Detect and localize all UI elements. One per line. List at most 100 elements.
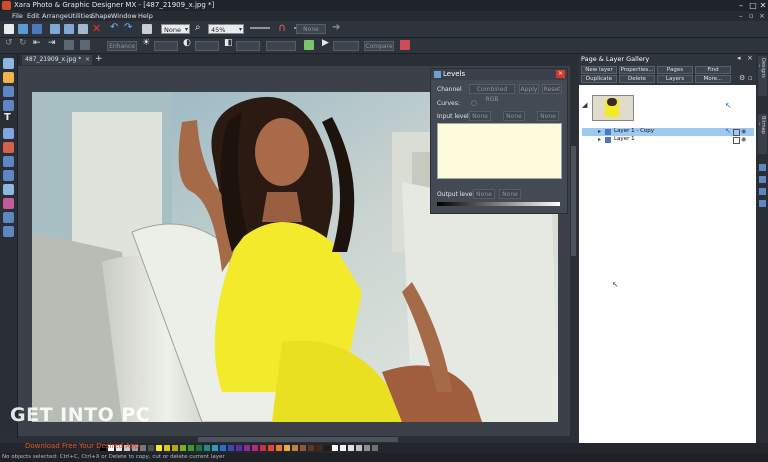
- expand-page-icon[interactable]: ◢: [582, 101, 587, 109]
- layers-button[interactable]: Layers: [657, 75, 693, 83]
- line-width-icon[interactable]: [250, 27, 270, 29]
- magnify-tool-icon[interactable]: [3, 226, 14, 237]
- menu-help[interactable]: Help: [138, 12, 153, 20]
- output-gradient-slider[interactable]: [437, 202, 560, 206]
- shadow-tool-icon[interactable]: [3, 170, 14, 181]
- menu-window[interactable]: Window: [111, 12, 137, 20]
- blend-tool-icon[interactable]: [3, 198, 14, 209]
- open-folder-icon[interactable]: [18, 24, 28, 34]
- doc-restore-icon[interactable]: ▫: [749, 12, 754, 20]
- settings-icon[interactable]: ⚙: [739, 74, 745, 82]
- menu-utilities[interactable]: Utilities: [68, 12, 92, 20]
- trash-icon[interactable]: ▫: [748, 74, 753, 82]
- select-all-icon[interactable]: [142, 24, 152, 34]
- color-swatch[interactable]: [308, 445, 314, 451]
- colors-tab-icon[interactable]: [759, 176, 766, 183]
- import-icon[interactable]: [50, 24, 60, 34]
- color-swatch[interactable]: [148, 445, 154, 451]
- color-swatch[interactable]: [348, 445, 354, 451]
- line-style-combo[interactable]: None ▾: [161, 24, 190, 34]
- color-swatch[interactable]: [244, 445, 250, 451]
- more-button[interactable]: More...: [695, 75, 731, 83]
- saturation-icon[interactable]: ◧: [224, 38, 233, 48]
- new-document-icon[interactable]: [4, 24, 14, 34]
- visible-toggle[interactable]: [733, 137, 740, 144]
- color-swatch[interactable]: [204, 445, 210, 451]
- color-swatch[interactable]: [364, 445, 370, 451]
- color-swatch[interactable]: [228, 445, 234, 451]
- delete-icon[interactable]: ✕: [92, 22, 101, 35]
- page-thumbnail[interactable]: [592, 95, 634, 121]
- close-tool-icon[interactable]: [400, 40, 410, 50]
- photo-tool-icon[interactable]: [3, 212, 14, 223]
- freehand-tool-icon[interactable]: [3, 86, 14, 97]
- save-icon[interactable]: [32, 24, 42, 34]
- doc-minimize-icon[interactable]: –: [739, 12, 743, 20]
- horizontal-scroll-thumb[interactable]: [198, 437, 398, 442]
- reset-button[interactable]: Reset: [542, 84, 562, 94]
- enhance-button[interactable]: Enhance: [107, 41, 137, 51]
- pin-icon[interactable]: ◂: [737, 54, 741, 62]
- fonts-tab-icon[interactable]: [759, 188, 766, 195]
- layer-name[interactable]: Layer 1 - Copy: [614, 128, 654, 134]
- mask-icon[interactable]: [80, 40, 90, 50]
- brightness-field[interactable]: [154, 41, 178, 51]
- temperature-field[interactable]: [266, 41, 296, 51]
- close-dialog-button[interactable]: ×: [556, 70, 565, 78]
- color-swatch[interactable]: [172, 445, 178, 451]
- magnet-icon[interactable]: ∩: [278, 21, 286, 34]
- auto-button[interactable]: Apply: [519, 84, 539, 94]
- arrow-right-icon[interactable]: ➔: [332, 22, 340, 33]
- close-tab-icon[interactable]: ×: [85, 55, 90, 65]
- color-swatch[interactable]: [284, 445, 290, 451]
- duplicate-button[interactable]: Duplicate: [581, 75, 617, 83]
- color-swatch[interactable]: [292, 445, 298, 451]
- photo-tools-icon[interactable]: [304, 40, 314, 50]
- vertical-scrollbar[interactable]: [570, 66, 577, 436]
- crop-icon[interactable]: [64, 40, 74, 50]
- properties-button[interactable]: Properties...: [619, 66, 655, 74]
- color-swatch[interactable]: [156, 445, 162, 451]
- menu-arrange[interactable]: Arrange: [42, 12, 68, 20]
- color-swatch[interactable]: [180, 445, 186, 451]
- document-tab[interactable]: 487_21909_x.jpg * ×: [22, 55, 92, 65]
- close-gallery-icon[interactable]: ×: [747, 54, 753, 62]
- flip-vertical-icon[interactable]: ⇥: [48, 38, 56, 48]
- eye-icon[interactable]: ◉: [741, 136, 746, 143]
- rotate-left-icon[interactable]: ↺: [5, 38, 13, 48]
- vertical-scroll-thumb[interactable]: [571, 146, 576, 256]
- designs-gallery-tab[interactable]: Designs gallery: [758, 56, 767, 96]
- fills-tab-icon[interactable]: [759, 200, 766, 207]
- close-window-button[interactable]: ✕: [757, 0, 768, 11]
- layer-expand-icon[interactable]: ▸: [598, 136, 601, 143]
- color-swatch[interactable]: [324, 445, 330, 451]
- color-swatch[interactable]: [164, 445, 170, 451]
- shadow-field[interactable]: None: [296, 24, 326, 34]
- color-swatch[interactable]: [276, 445, 282, 451]
- bitmap-gallery-tab[interactable]: Bitmap gallery: [758, 114, 767, 154]
- color-swatch[interactable]: [268, 445, 274, 451]
- color-swatch[interactable]: [316, 445, 322, 451]
- layer-name[interactable]: Layer 1: [614, 136, 635, 142]
- color-swatch[interactable]: [220, 445, 226, 451]
- add-tab-button[interactable]: +: [95, 54, 103, 64]
- input-black-field[interactable]: None: [469, 111, 491, 121]
- eye-icon[interactable]: ◉: [741, 128, 746, 135]
- doc-close-icon[interactable]: ×: [759, 12, 765, 20]
- node-tool-icon[interactable]: [3, 72, 14, 83]
- zoom-tool-icon[interactable]: [3, 128, 14, 139]
- selector-tool-icon[interactable]: [3, 58, 14, 69]
- fill-tool-icon[interactable]: [3, 142, 14, 153]
- play-icon[interactable]: ▶: [322, 38, 329, 48]
- contrast-field[interactable]: [195, 41, 219, 51]
- color-swatch[interactable]: [332, 445, 338, 451]
- rotate-right-icon[interactable]: ↻: [19, 38, 27, 48]
- output-black-field[interactable]: None: [473, 189, 495, 199]
- redo-icon[interactable]: ↷: [124, 22, 132, 33]
- output-white-field[interactable]: None: [499, 189, 521, 199]
- layers-tab-icon[interactable]: [759, 164, 766, 171]
- color-swatch[interactable]: [140, 445, 146, 451]
- histogram-area[interactable]: [437, 123, 562, 179]
- zoom-icon[interactable]: ⌕: [195, 22, 201, 33]
- color-swatch[interactable]: [260, 445, 266, 451]
